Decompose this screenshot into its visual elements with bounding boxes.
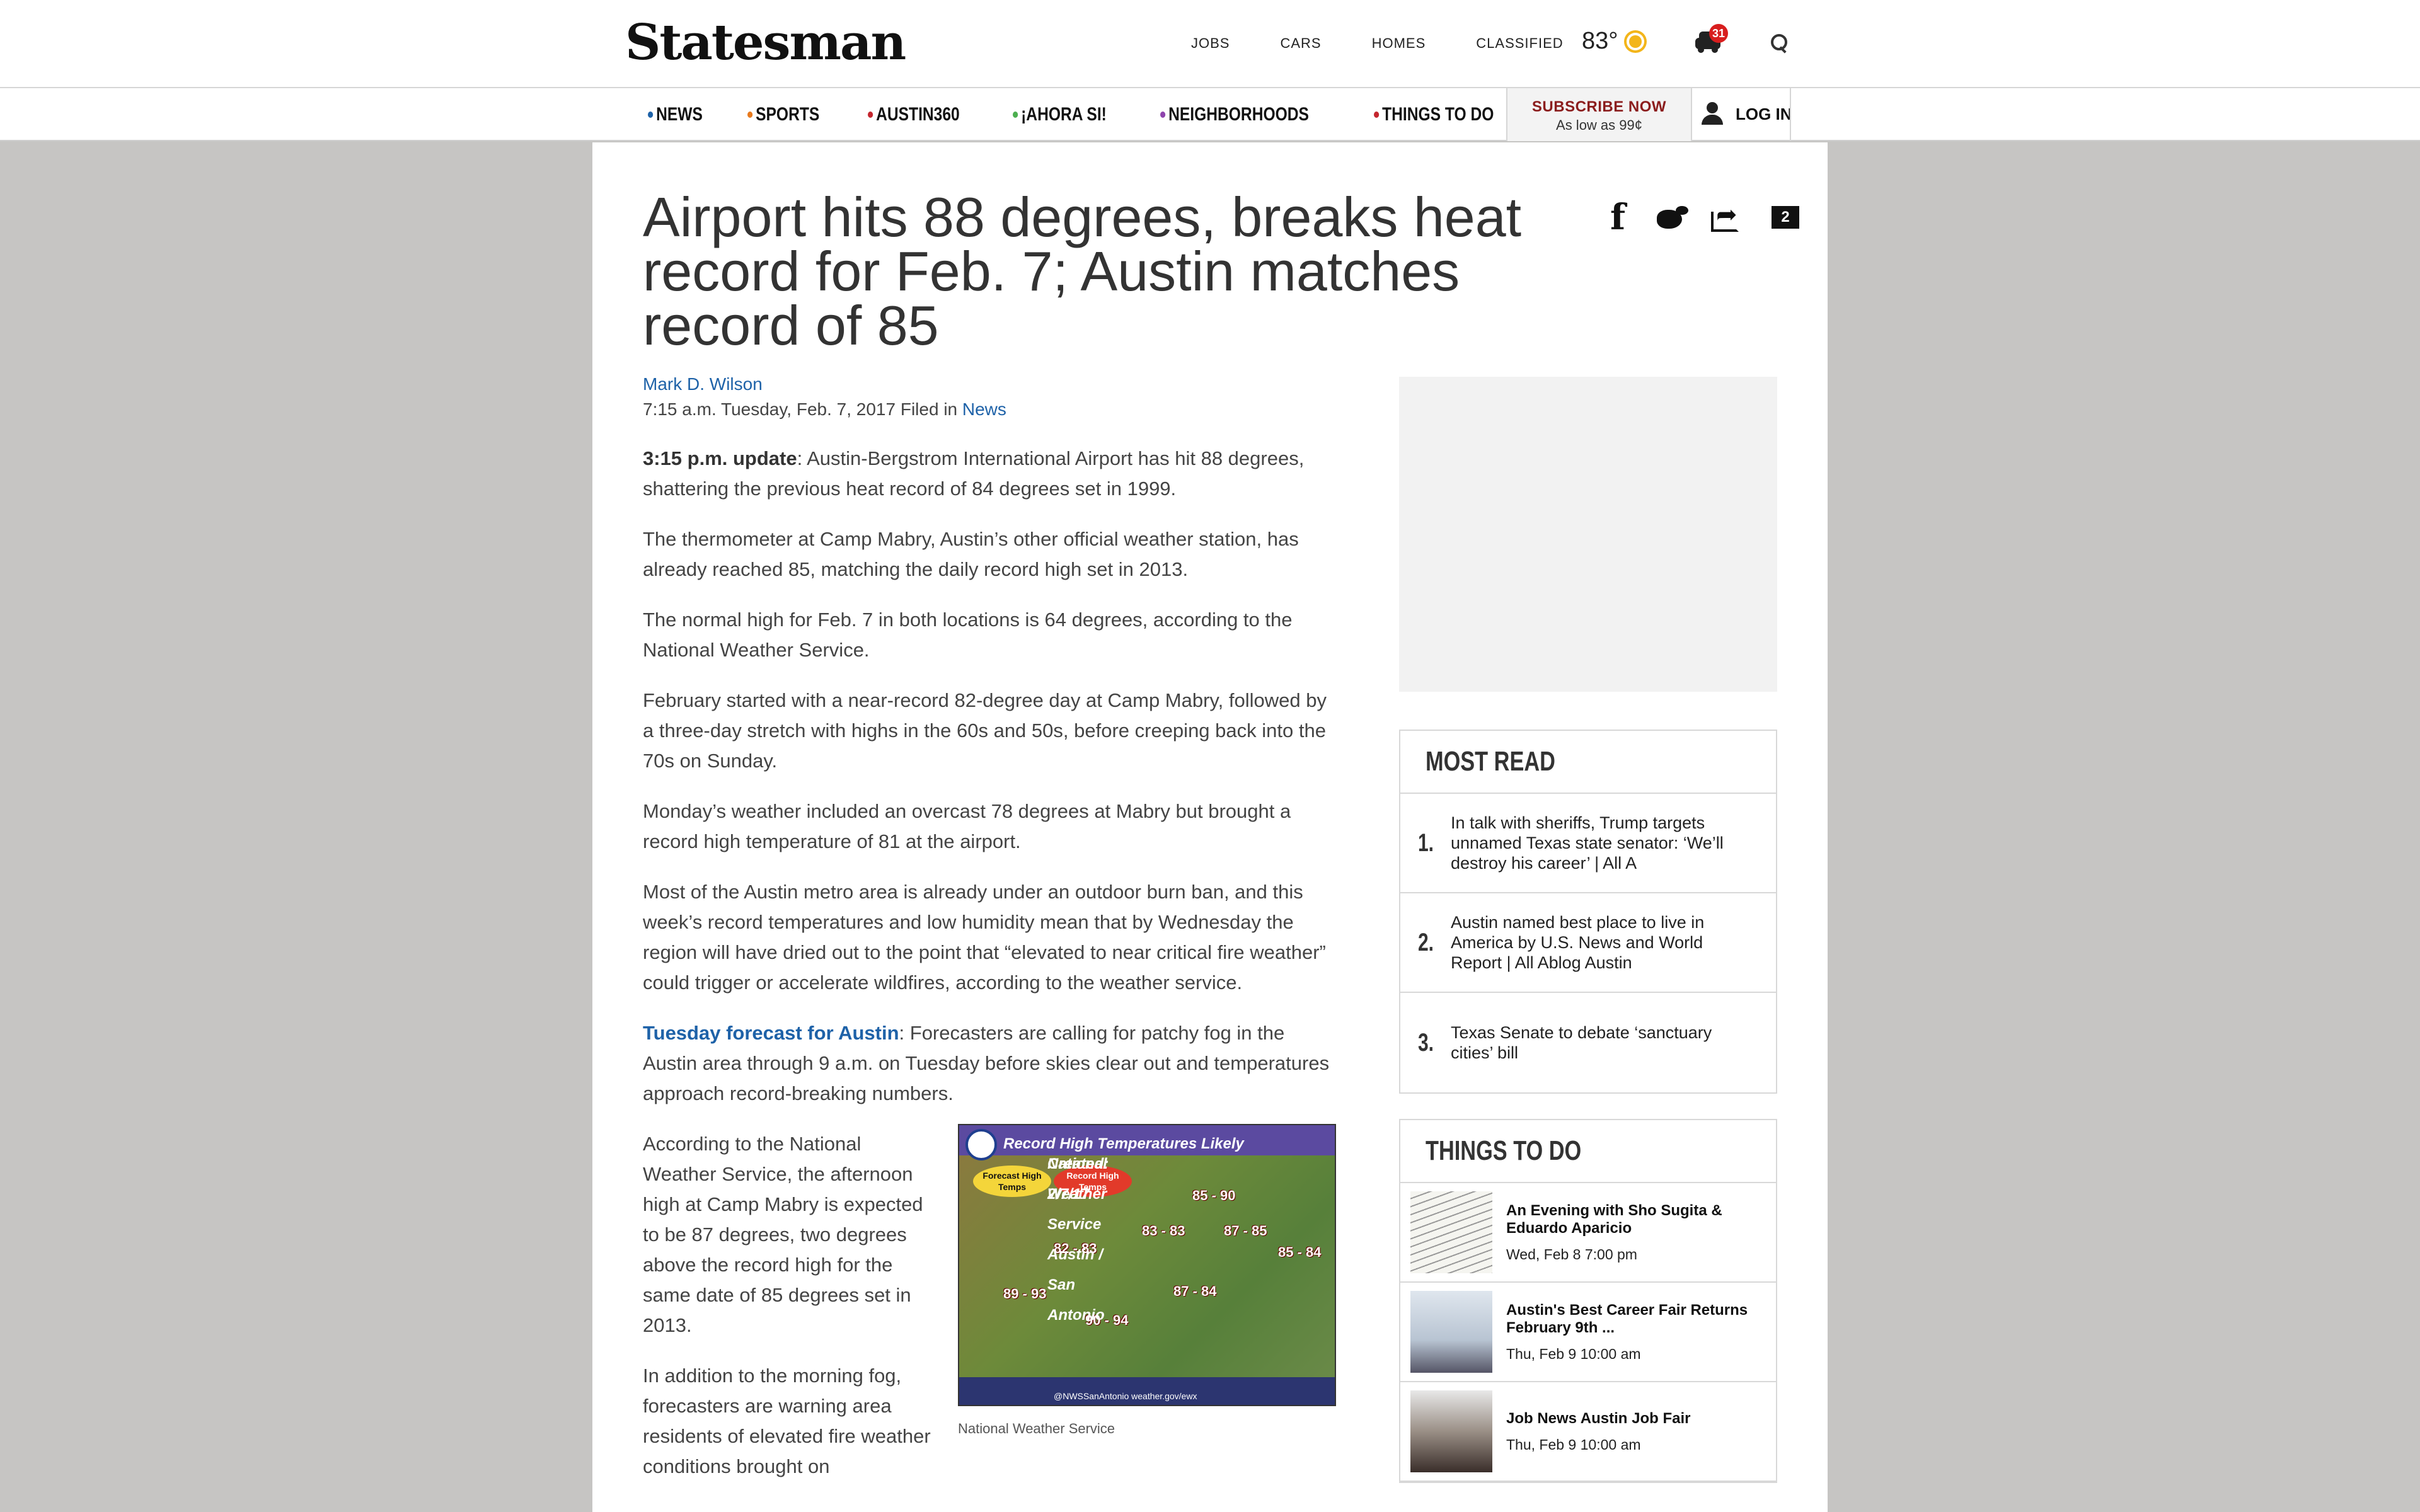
- ad-placeholder: [1399, 377, 1777, 692]
- rank-number: 2.: [1418, 928, 1434, 956]
- event-title[interactable]: An Evening with Sho Sugita & Eduardo Apa…: [1506, 1202, 1758, 1237]
- most-read-link[interactable]: Texas Senate to debate ‘sanctuary cities…: [1451, 1022, 1747, 1063]
- event-date: Wed, Feb 8 7:00 pm: [1506, 1246, 1637, 1263]
- most-read-box: MOST READ 1. In talk with sheriffs, Trump…: [1399, 730, 1777, 1094]
- most-read-link[interactable]: In talk with sheriffs, Trump targets unn…: [1451, 813, 1747, 873]
- subscribe-button[interactable]: SUBSCRIBE NOW As low as 99¢: [1506, 88, 1692, 141]
- article-body: 3:15 p.m. update: Austin-Bergstrom Inter…: [643, 444, 1342, 1507]
- author-link[interactable]: Mark D. Wilson: [643, 372, 1006, 397]
- paragraph: Most of the Austin metro area is already…: [643, 881, 1326, 994]
- login-button[interactable]: LOG IN: [1702, 102, 1792, 126]
- paragraph: 3:15 p.m. update: Austin-Bergstrom Inter…: [643, 447, 1305, 500]
- twitter-icon[interactable]: [1654, 203, 1688, 231]
- site-logo[interactable]: Statesman: [625, 14, 906, 71]
- figure-caption: National Weather Service: [958, 1421, 1115, 1436]
- homes-link[interactable]: HOMES: [1372, 35, 1426, 52]
- things-to-do-title: THINGS TO DO: [1426, 1135, 1582, 1166]
- update-label: 3:15 p.m. update: [643, 447, 797, 469]
- sun-icon: [1623, 29, 1648, 54]
- weather-map-image[interactable]: Forecast High Temps Record High Temps 85…: [958, 1124, 1336, 1406]
- nav-item-news[interactable]: NEWS: [648, 104, 703, 125]
- event-thumbnail[interactable]: [1410, 1291, 1492, 1373]
- paragraph: February started with a near-record 82-d…: [643, 689, 1327, 772]
- share-icon[interactable]: [1711, 200, 1743, 232]
- timestamp: 7:15 a.m. Tuesday, Feb. 7, 2017 Filed in: [643, 399, 962, 419]
- category-link[interactable]: News: [962, 399, 1006, 419]
- site-header: Statesman JOBS CARS HOMES CLASSIFIED 83°…: [0, 0, 2420, 88]
- nav-item-label: NEIGHBORHOODS: [1168, 104, 1309, 125]
- event-title[interactable]: Job News Austin Job Fair: [1506, 1410, 1758, 1428]
- nav-item-label: AUSTIN360: [876, 104, 960, 125]
- share-bar: f 2: [1604, 197, 1799, 238]
- paragraph: Monday’s weather included an overcast 78…: [643, 800, 1291, 852]
- notification-badge: 31: [1709, 24, 1728, 43]
- weather-widget[interactable]: 83°: [1582, 28, 1648, 55]
- event-thumbnail[interactable]: [1410, 1191, 1492, 1273]
- event-item[interactable]: An Evening with Sho Sugita & Eduardo Apa…: [1400, 1183, 1776, 1283]
- most-read-link[interactable]: Austin named best place to live in Ameri…: [1451, 912, 1747, 973]
- main-nav: NEWS SPORTS AUSTIN360 ¡AHORA SI! NEIGHBORHOO…: [0, 88, 2420, 141]
- event-title[interactable]: Austin's Best Career Fair Returns Februa…: [1506, 1302, 1758, 1337]
- classified-link[interactable]: CLASSIFIED: [1476, 35, 1563, 52]
- nav-item-sports[interactable]: SPORTS: [747, 104, 819, 125]
- nav-item-austin360[interactable]: AUSTIN360: [868, 104, 960, 125]
- article-card: Airport hits 88 degrees, breaks heat rec…: [592, 142, 1828, 1512]
- event-item[interactable]: Austin's Best Career Fair Returns Februa…: [1400, 1283, 1776, 1382]
- subscribe-title: SUBSCRIBE NOW: [1531, 98, 1667, 115]
- nws-logo: [965, 1129, 997, 1160]
- nav-dot-icon: [747, 112, 753, 118]
- nav-item-ahora-si[interactable]: ¡AHORA SI!: [1013, 104, 1107, 125]
- cars-link[interactable]: CARS: [1280, 35, 1321, 52]
- most-read-item[interactable]: 2. Austin named best place to live in Ame…: [1400, 893, 1776, 993]
- nav-dot-icon: [1374, 112, 1380, 118]
- event-date: Thu, Feb 9 10:00 am: [1506, 1436, 1641, 1453]
- nav-item-things-to-do[interactable]: THINGS TO DO: [1374, 104, 1494, 125]
- jobs-link[interactable]: JOBS: [1191, 35, 1230, 52]
- paragraph: The thermometer at Camp Mabry, Austin’s …: [643, 528, 1299, 580]
- nav-item-label: ¡AHORA SI!: [1021, 104, 1107, 125]
- comment-count-icon[interactable]: 2: [1772, 206, 1799, 229]
- subscribe-price: As low as 99¢: [1556, 117, 1642, 133]
- things-to-do-box: THINGS TO DO An Evening with Sho Sugita …: [1399, 1119, 1777, 1483]
- search-icon[interactable]: [1771, 34, 1789, 52]
- event-thumbnail[interactable]: [1410, 1390, 1492, 1472]
- rank-number: 1.: [1418, 828, 1434, 857]
- nav-dot-icon: [1013, 112, 1018, 118]
- event-item[interactable]: Job News Austin Job Fair Thu, Feb 9 10:00…: [1400, 1382, 1776, 1482]
- header-links: JOBS CARS HOMES CLASSIFIED: [1191, 35, 1614, 52]
- login-label: LOG IN: [1736, 104, 1792, 123]
- user-icon: [1702, 102, 1724, 126]
- paragraph: In addition to the morning fog, forecast…: [643, 1365, 931, 1477]
- nav-item-label: NEWS: [656, 104, 703, 125]
- paragraph: The normal high for Feb. 7 in both locat…: [643, 609, 1293, 661]
- article-headline: Airport hits 88 degrees, breaks heat rec…: [643, 186, 1522, 357]
- rank-number: 3.: [1418, 1028, 1434, 1057]
- weather-map-figure[interactable]: Forecast High Temps Record High Temps 85…: [958, 1124, 1336, 1444]
- nav-dot-icon: [1160, 112, 1165, 118]
- event-date: Thu, Feb 9 10:00 am: [1506, 1345, 1641, 1362]
- nav-item-label: THINGS TO DO: [1382, 104, 1494, 125]
- nav-dot-icon: [648, 112, 654, 118]
- most-read-item[interactable]: 1. In talk with sheriffs, Trump targets u…: [1400, 794, 1776, 893]
- nav-item-label: SPORTS: [756, 104, 820, 125]
- temperature-value: 83°: [1582, 28, 1618, 54]
- nav-dot-icon: [868, 112, 873, 118]
- forecast-link[interactable]: Tuesday forecast for Austin: [643, 1022, 899, 1044]
- nav-item-neighborhoods[interactable]: NEIGHBORHOODS: [1160, 104, 1309, 125]
- article-meta: 7:15 a.m. Tuesday, Feb. 7, 2017 Filed in…: [643, 397, 1006, 422]
- byline: Mark D. Wilson 7:15 a.m. Tuesday, Feb. 7…: [643, 372, 1006, 422]
- paragraph: According to the National Weather Servic…: [643, 1133, 923, 1336]
- most-read-item[interactable]: 3. Texas Senate to debate ‘sanctuary citi…: [1400, 993, 1776, 1092]
- nav-divider: [1790, 88, 1791, 141]
- most-read-title: MOST READ: [1426, 746, 1555, 777]
- paragraph: Tuesday forecast for Austin: Forecasters…: [643, 1022, 1330, 1104]
- facebook-icon[interactable]: f: [1604, 197, 1632, 238]
